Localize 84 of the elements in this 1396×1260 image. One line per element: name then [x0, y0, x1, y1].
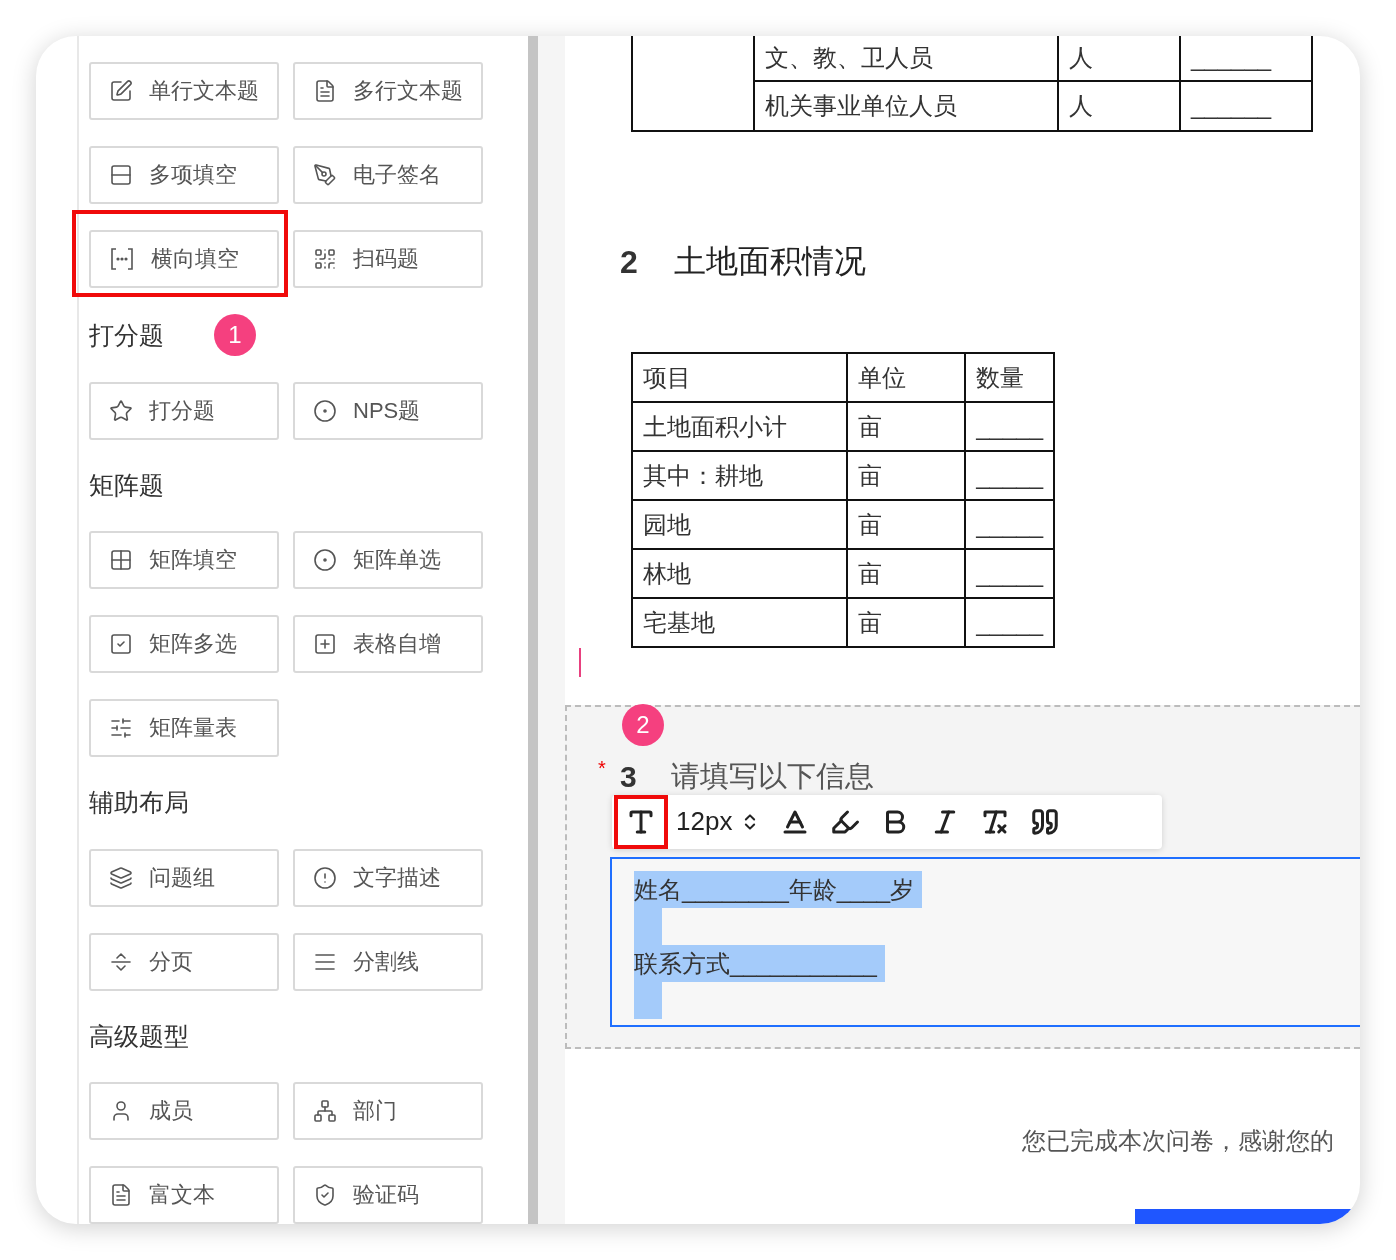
table-cell: 林地	[632, 549, 847, 598]
step-badge: 1	[214, 314, 256, 356]
question-type-button[interactable]: 矩阵单选	[293, 531, 483, 590]
question-type-button[interactable]: 多项填空	[89, 146, 279, 204]
table-cell: 土地面积小计	[632, 402, 847, 451]
table-cell: 其中：耕地	[632, 451, 847, 500]
table-cell: _____	[965, 598, 1054, 647]
question-type-button[interactable]: 矩阵多选	[89, 615, 279, 674]
table-header-cell: 数量	[965, 353, 1054, 402]
table-cell: 亩	[846, 549, 966, 598]
table-cell: 亩	[846, 500, 966, 549]
question-type-button[interactable]: 横向填空	[89, 230, 279, 288]
checkbox-icon	[109, 632, 133, 657]
question-type-button[interactable]: 表格自增	[293, 615, 483, 674]
pencil-square-icon	[109, 79, 133, 103]
table-cell: 园地	[632, 500, 847, 549]
question-type-button[interactable]: 部门	[293, 1082, 483, 1140]
question-type-button[interactable]: 电子签名	[293, 146, 483, 204]
question-number: 3	[620, 759, 637, 794]
table-cell: _____	[965, 451, 1054, 500]
completion-message: 您已完成本次问卷，感谢您的	[1022, 1125, 1335, 1156]
question-type-button[interactable]: 文字描述	[293, 848, 483, 907]
table-header-cell: 项目	[632, 353, 847, 402]
dial-icon	[313, 399, 337, 423]
question-type-button[interactable]: 矩阵填空	[89, 531, 279, 590]
table-cell: 亩	[846, 598, 966, 647]
document-icon	[313, 79, 337, 103]
question-type-button[interactable]: 问题组	[89, 848, 279, 907]
question-type-button[interactable]: 富文本	[89, 1166, 279, 1224]
rich-text-editor[interactable]: 姓名________年龄____岁 联系方式___________	[610, 856, 1360, 1027]
table-cell: 人	[1058, 36, 1180, 81]
rows-icon	[109, 163, 133, 187]
grid-icon	[109, 548, 133, 573]
pen-icon	[313, 163, 337, 187]
add-row-icon	[313, 632, 337, 657]
table-cell: _____	[965, 402, 1054, 451]
shield-check-icon	[313, 1183, 337, 1207]
required-mark: *	[598, 756, 606, 780]
table-cell: ______	[1180, 36, 1312, 81]
table-cell: 机关事业单位人员	[754, 81, 1058, 131]
section-title: 土地面积情况	[673, 242, 866, 281]
section-number: 2	[620, 243, 638, 281]
editor-text: 联系方式___________	[634, 944, 885, 982]
table-cell: 宅基地	[632, 598, 847, 647]
table-cell: 文、教、卫人员	[754, 36, 1058, 81]
question-type-button[interactable]: 成员	[89, 1082, 279, 1140]
table-cell: 亩	[846, 402, 966, 451]
font-size-select[interactable]: 12px	[672, 802, 765, 842]
editor-text: 姓名________年龄____岁	[634, 870, 923, 908]
radio-icon	[313, 548, 337, 573]
selection-highlight	[634, 981, 662, 1019]
question-title: 请填写以下信息	[670, 758, 874, 794]
question-type-button[interactable]: 单行文本题	[89, 62, 279, 120]
question-type-button[interactable]: 多行文本题	[293, 62, 483, 120]
question-type-button[interactable]: 分割线	[293, 932, 483, 991]
question-card[interactable]: 2 * 3 请填写以下信息 12px 姓名________年龄____岁 联系方式___________	[565, 704, 1360, 1049]
section-heading: 矩阵题	[89, 470, 164, 502]
hierarchy-icon	[313, 1099, 337, 1123]
table-cell: 亩	[846, 451, 966, 500]
section-heading: 辅助布局	[89, 787, 189, 819]
table-cell: ______	[1180, 81, 1312, 131]
layers-icon	[109, 865, 133, 890]
question-type-button[interactable]: 分页	[89, 932, 279, 991]
question-type-button[interactable]: 验证码	[293, 1166, 483, 1224]
question-type-button[interactable]: 扫码题	[293, 230, 483, 288]
insertion-line	[579, 648, 581, 677]
step-badge: 2	[622, 703, 664, 746]
quote-icon	[1030, 806, 1061, 837]
sliders-icon	[109, 716, 133, 741]
table-cell: _____	[965, 549, 1054, 598]
qr-code-icon	[313, 247, 337, 271]
brackets-icon	[109, 246, 135, 272]
section-heading: 打分题	[89, 319, 164, 351]
table-header-cell: 单位	[846, 353, 966, 402]
table-cell: 人	[1058, 81, 1180, 131]
table-cell: _____	[965, 500, 1054, 549]
question-type-button[interactable]: NPS题	[293, 382, 483, 440]
question-type-button[interactable]: 矩阵量表	[89, 699, 279, 758]
section-heading: 高级题型	[89, 1020, 189, 1052]
text-block-icon	[109, 1183, 133, 1207]
scrollbar[interactable]	[528, 36, 538, 1224]
alert-icon	[313, 865, 337, 890]
question-type-button[interactable]: 打分题	[89, 382, 279, 440]
star-icon	[109, 399, 133, 423]
